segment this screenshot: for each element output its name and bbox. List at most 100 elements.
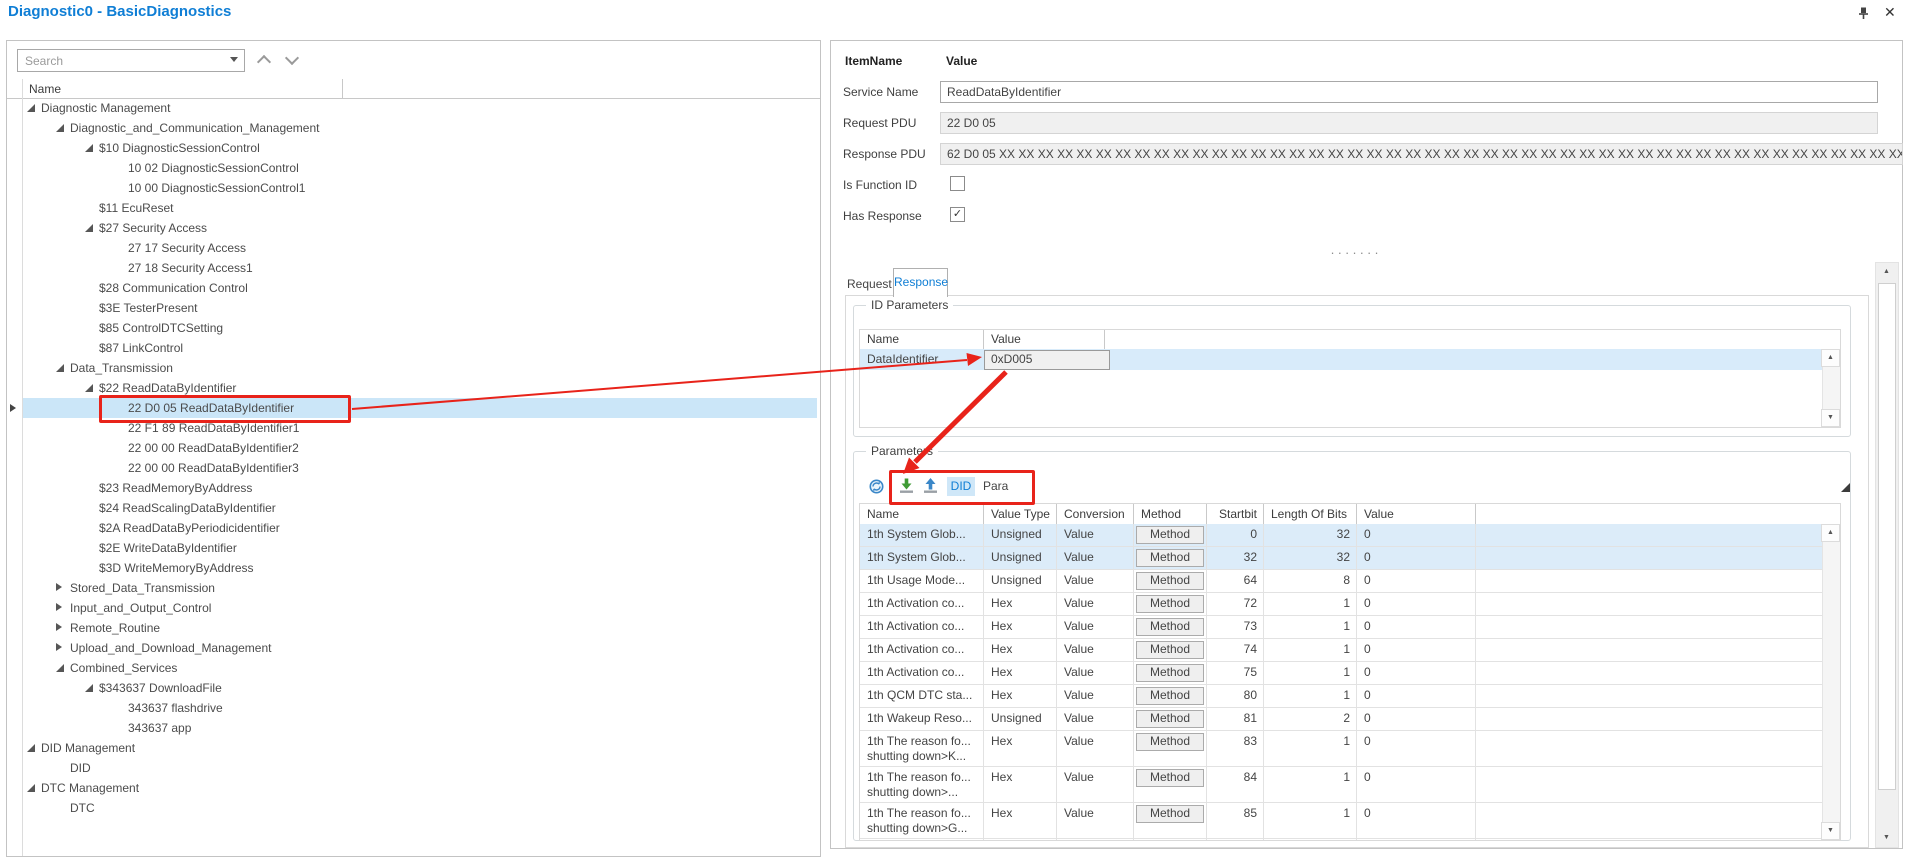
tree-item[interactable]: $23 ReadMemoryByAddress (7, 478, 819, 498)
tree-item[interactable]: Stored_Data_Transmission (7, 578, 819, 598)
method-button[interactable]: Method (1136, 769, 1204, 787)
method-button[interactable]: Method (1136, 595, 1204, 613)
tree-item[interactable]: $3D WriteMemoryByAddress (7, 558, 819, 578)
is-function-id-checkbox[interactable] (950, 176, 965, 191)
tree-item[interactable]: Diagnostic_and_Communication_Management (7, 118, 819, 138)
col-value[interactable]: Value (1357, 504, 1476, 524)
parameter-row[interactable]: 1th System Glob...UnsignedValueMethod323… (860, 547, 1823, 570)
col-length-of-bits[interactable]: Length Of Bits (1264, 504, 1357, 524)
tree-item[interactable]: Upload_and_Download_Management (7, 638, 819, 658)
parameters-scrollbar[interactable] (1822, 524, 1840, 840)
dropdown-arrow-icon[interactable] (230, 57, 238, 62)
tree-item[interactable]: Combined_Services (7, 658, 819, 678)
tree-item[interactable]: 27 18 Security Access1 (7, 258, 819, 278)
expanded-arrow-icon[interactable] (85, 224, 93, 232)
expanded-arrow-icon[interactable] (27, 744, 35, 752)
tree-item[interactable]: 22 00 00 ReadDataByIdentifier3 (7, 458, 819, 478)
close-icon[interactable]: ✕ (1884, 4, 1896, 21)
panel-scrollbar-thumb[interactable] (1878, 283, 1896, 790)
expanded-arrow-icon[interactable] (56, 124, 64, 132)
parameter-row[interactable]: 1th System test s...HexValueMethod8810 (860, 839, 1823, 840)
parameter-row[interactable]: 1th Activation co...HexValueMethod7210 (860, 593, 1823, 616)
collapsed-arrow-icon[interactable] (56, 623, 62, 631)
idp-col-value[interactable]: Value (984, 330, 1105, 349)
search-next-button[interactable] (287, 53, 298, 64)
tree-item[interactable]: $87 LinkControl (7, 338, 819, 358)
parameters-scroll-up-button[interactable]: ▲ (1821, 524, 1840, 542)
tree-item[interactable]: $2E WriteDataByIdentifier (7, 538, 819, 558)
tree-item[interactable]: $10 DiagnosticSessionControl (7, 138, 819, 158)
tree-item[interactable]: $11 EcuReset (7, 198, 819, 218)
search-prev-button[interactable] (259, 57, 270, 68)
col-conversion[interactable]: Conversion (1057, 504, 1134, 524)
service-name-field[interactable] (940, 81, 1878, 103)
method-button[interactable]: Method (1136, 618, 1204, 636)
method-button[interactable]: Method (1136, 664, 1204, 682)
refresh-icon[interactable] (868, 478, 885, 495)
tree-item[interactable]: DID Management (7, 738, 819, 758)
method-button[interactable]: Method (1136, 526, 1204, 544)
parameters-table-header[interactable]: Name Value Type Conversion Method Startb… (860, 504, 1823, 525)
method-button[interactable]: Method (1136, 572, 1204, 590)
panel-scroll-down-button[interactable]: ▼ (1878, 830, 1895, 846)
search-box[interactable] (17, 49, 245, 72)
col-name[interactable]: Name (860, 504, 984, 524)
parameter-row[interactable]: 1th Wakeup Reso...UnsignedValueMethod812… (860, 708, 1823, 731)
col-method[interactable]: Method (1134, 504, 1207, 524)
search-input[interactable] (23, 51, 222, 70)
method-button[interactable]: Method (1136, 733, 1204, 751)
splitter-handle[interactable]: ······· (1301, 245, 1411, 260)
tab-request[interactable]: Request (847, 273, 891, 295)
tree-item[interactable]: Data_Transmission (7, 358, 819, 378)
pin-icon[interactable] (1856, 6, 1871, 24)
expanded-arrow-icon[interactable] (85, 144, 93, 152)
response-pdu-field[interactable]: 62 D0 05 XX XX XX XX XX XX XX XX XX XX X… (940, 143, 1903, 165)
expanded-arrow-icon[interactable] (56, 664, 64, 672)
parameter-row[interactable]: 1th Usage Mode...UnsignedValueMethod6480 (860, 570, 1823, 593)
tree-item[interactable]: $3E TesterPresent (7, 298, 819, 318)
id-parameter-row[interactable]: DataIdentifier 0xD005 (860, 349, 1823, 370)
method-button[interactable]: Method (1136, 710, 1204, 728)
col-value-type[interactable]: Value Type (984, 504, 1057, 524)
id-parameters-table-header[interactable]: Name Value (860, 330, 1823, 350)
tree-item[interactable]: $24 ReadScalingDataByIdentifier (7, 498, 819, 518)
collapsed-arrow-icon[interactable] (56, 643, 62, 651)
method-button[interactable]: Method (1136, 549, 1204, 567)
expanded-arrow-icon[interactable] (27, 104, 35, 112)
parameters-scroll-down-button[interactable]: ▼ (1821, 822, 1840, 840)
method-button[interactable]: Method (1136, 687, 1204, 705)
panel-scroll-up-button[interactable]: ▲ (1878, 264, 1895, 280)
parameter-row[interactable]: 1th QCM DTC sta...HexValueMethod8010 (860, 685, 1823, 708)
parameter-row[interactable]: 1th The reason fo...shutting down>K...He… (860, 731, 1823, 767)
tree-column-header[interactable]: Name (7, 79, 820, 99)
collapsed-arrow-icon[interactable] (56, 583, 62, 591)
idp-col-name[interactable]: Name (860, 330, 984, 349)
expanded-arrow-icon[interactable] (27, 784, 35, 792)
tree-item[interactable]: $2A ReadDataByPeriodicidentifier (7, 518, 819, 538)
panel-scrollbar[interactable]: ▲ ▼ (1875, 262, 1899, 848)
col-startbit[interactable]: Startbit (1207, 504, 1264, 524)
tree-item[interactable]: 343637 flashdrive (7, 698, 819, 718)
expanded-arrow-icon[interactable] (85, 684, 93, 692)
parameter-row[interactable]: 1th Activation co...HexValueMethod7310 (860, 616, 1823, 639)
expander-grip-icon[interactable] (1841, 483, 1850, 492)
parameter-row[interactable]: 1th Activation co...HexValueMethod7510 (860, 662, 1823, 685)
idp-scroll-up-button[interactable]: ▲ (1821, 349, 1840, 367)
tree-item[interactable]: DID (7, 758, 819, 778)
expanded-arrow-icon[interactable] (85, 384, 93, 392)
tree-item[interactable]: $28 Communication Control (7, 278, 819, 298)
tree-item[interactable]: 343637 app (7, 718, 819, 738)
tree-item[interactable]: DTC Management (7, 778, 819, 798)
tree-item[interactable]: $85 ControlDTCSetting (7, 318, 819, 338)
parameter-row[interactable]: 1th The reason fo...shutting down>...Hex… (860, 767, 1823, 803)
tree-item[interactable]: $27 Security Access (7, 218, 819, 238)
id-parameter-value-cell[interactable]: 0xD005 (984, 350, 1110, 370)
tree-item[interactable]: $343637 DownloadFile (7, 678, 819, 698)
service-name-input[interactable] (947, 83, 1871, 101)
parameter-row[interactable]: 1th Activation co...HexValueMethod7410 (860, 639, 1823, 662)
tree-item[interactable]: 10 02 DiagnosticSessionControl (7, 158, 819, 178)
tree-item[interactable]: 10 00 DiagnosticSessionControl1 (7, 178, 819, 198)
tree-item[interactable]: Diagnostic Management (7, 98, 819, 118)
tab-response[interactable]: Response (893, 268, 948, 297)
request-pdu-field[interactable]: 22 D0 05 (940, 112, 1878, 134)
